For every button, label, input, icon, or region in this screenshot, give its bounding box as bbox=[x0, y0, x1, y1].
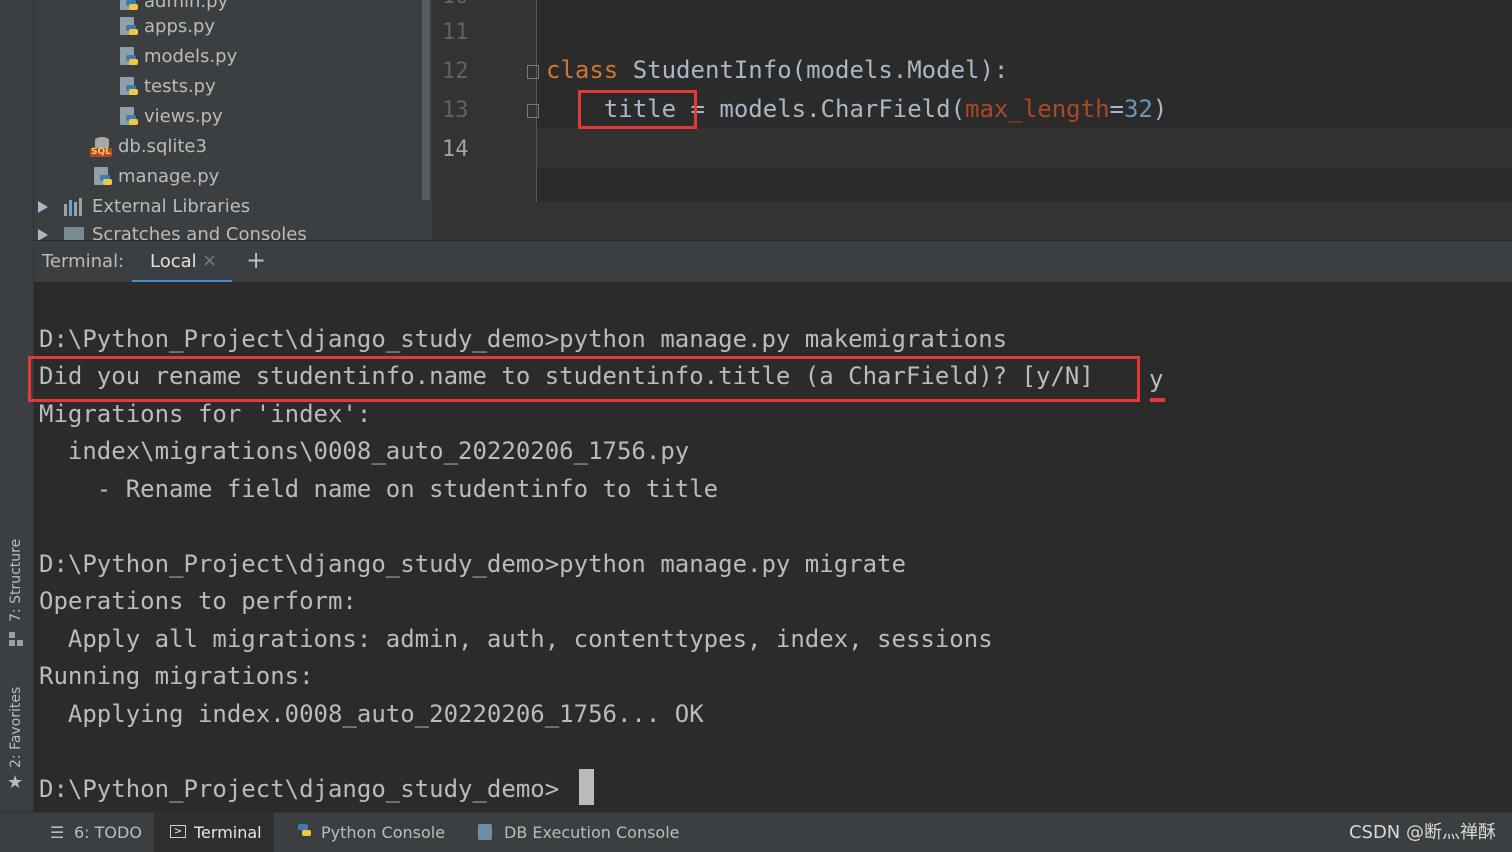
terminal-line: D:\Python_Project\django_study_demo>pyth… bbox=[39, 325, 1008, 353]
tab-python-console-label: Python Console bbox=[321, 823, 446, 842]
terminal-line: Operations to perform: bbox=[39, 587, 357, 615]
tab-db-execution-console[interactable]: DB Execution Console bbox=[470, 813, 690, 852]
close-paren: ) bbox=[1152, 95, 1168, 123]
tree-item-label: admin.py bbox=[144, 0, 229, 12]
tree-item-label: tests.py bbox=[144, 76, 216, 97]
rename-prompt-highlight-box bbox=[28, 356, 1140, 402]
scratches-icon bbox=[64, 227, 84, 240]
terminal-line: D:\Python_Project\django_study_demo>pyth… bbox=[39, 550, 906, 578]
star-icon: ★ bbox=[7, 772, 24, 793]
line-number: 11 bbox=[442, 20, 469, 45]
fold-marker-icon[interactable] bbox=[527, 104, 539, 118]
equals: = bbox=[1109, 95, 1124, 123]
tab-todo[interactable]: ☰ 6: TODO bbox=[40, 813, 152, 852]
python-file-icon bbox=[120, 17, 138, 37]
python-file-icon bbox=[120, 77, 138, 97]
tree-item-models[interactable]: models.py bbox=[120, 42, 237, 72]
python-file-icon bbox=[94, 167, 112, 187]
add-tab-icon[interactable]: + bbox=[246, 246, 266, 274]
line-number: 14 bbox=[442, 137, 469, 162]
fold-marker-icon[interactable] bbox=[527, 65, 539, 79]
structure-tool-tab[interactable]: 7: Structure bbox=[0, 530, 33, 650]
class-declaration: StudentInfo(models.Model): bbox=[618, 56, 1009, 84]
terminal-label: Terminal: bbox=[42, 251, 125, 272]
tree-item-label: apps.py bbox=[144, 16, 216, 37]
answer-underline bbox=[1150, 398, 1165, 402]
favorites-tab-label: 2: Favorites bbox=[8, 686, 24, 768]
tab-python-console[interactable]: Python Console bbox=[286, 813, 458, 852]
tree-item-label: views.py bbox=[144, 106, 223, 127]
tree-item-label: Scratches and Consoles bbox=[92, 224, 307, 240]
line-number: 13 bbox=[442, 98, 469, 123]
structure-tab-label: 7: Structure bbox=[8, 538, 24, 622]
tree-item-label: models.py bbox=[144, 46, 238, 67]
tree-item-db-sqlite3[interactable]: SQL db.sqlite3 bbox=[90, 132, 207, 162]
csdn-watermark: CSDN @断灬禅酥 bbox=[1348, 822, 1496, 843]
left-tool-strip: 7: Structure 2: Favorites ★ bbox=[0, 0, 34, 812]
project-scrollbar[interactable] bbox=[420, 0, 432, 240]
tab-todo-label: 6: TODO bbox=[74, 823, 142, 842]
tree-item-manage[interactable]: manage.py bbox=[94, 162, 219, 192]
editor-bottom-area bbox=[432, 202, 1512, 240]
tab-db-console-label: DB Execution Console bbox=[504, 823, 680, 842]
tree-item-label: manage.py bbox=[118, 166, 220, 187]
editor-gutter: 10 11 12 13 14 bbox=[432, 0, 539, 202]
terminal-output[interactable]: D:\Python_Project\django_study_demo>pyth… bbox=[28, 282, 1512, 812]
list-icon: ☰ bbox=[50, 823, 65, 842]
terminal-line: Applying index.0008_auto_20220206_1756..… bbox=[39, 700, 704, 728]
structure-icon bbox=[9, 632, 23, 646]
terminal-line: Migrations for 'index': bbox=[39, 400, 372, 428]
tree-item-tests[interactable]: tests.py bbox=[120, 72, 216, 102]
line-number: 12 bbox=[442, 59, 469, 84]
terminal-header: Terminal: Local × + bbox=[34, 240, 1512, 283]
terminal-line: Running migrations: bbox=[39, 662, 314, 690]
python-icon bbox=[296, 822, 314, 842]
code-editor[interactable]: 10 11 12 13 14 class StudentInfo(models.… bbox=[432, 0, 1512, 202]
terminal-line: Apply all migrations: admin, auth, conte… bbox=[39, 625, 993, 653]
terminal-answer: y bbox=[1149, 365, 1164, 393]
terminal-line: - Rename field name on studentinfo to ti… bbox=[39, 475, 719, 503]
tree-item-external-libraries[interactable]: External Libraries bbox=[38, 192, 250, 222]
expand-arrow-icon[interactable] bbox=[38, 229, 48, 240]
tab-terminal[interactable]: > Terminal bbox=[154, 813, 274, 852]
title-highlight-box bbox=[578, 90, 697, 129]
expand-arrow-icon[interactable] bbox=[38, 201, 48, 213]
terminal-cursor bbox=[579, 769, 594, 805]
tree-item-apps[interactable]: apps.py bbox=[120, 12, 215, 42]
bottom-tool-bar: ☰ 6: TODO > Terminal Python Console DB E… bbox=[0, 812, 1512, 852]
class-keyword: class bbox=[546, 56, 619, 84]
library-icon bbox=[64, 198, 84, 216]
close-icon[interactable]: × bbox=[202, 250, 217, 271]
python-file-icon bbox=[120, 0, 138, 12]
line-number: 10 bbox=[442, 0, 482, 9]
tree-item-scratches[interactable]: Scratches and Consoles bbox=[38, 220, 307, 240]
tree-item-views[interactable]: views.py bbox=[120, 102, 223, 132]
param-name: max_length bbox=[965, 95, 1110, 123]
tree-item-label: External Libraries bbox=[92, 196, 251, 217]
tab-local-label: Local bbox=[150, 251, 197, 272]
db-console-icon bbox=[478, 824, 492, 840]
terminal-prompt: D:\Python_Project\django_study_demo> bbox=[39, 775, 560, 803]
param-value: 32 bbox=[1123, 95, 1153, 123]
field-assign: = models.CharField( bbox=[676, 95, 966, 123]
current-line-highlight bbox=[537, 128, 1512, 168]
project-tree: admin.py apps.py models.py tests.py view… bbox=[34, 0, 420, 240]
terminal-line: index\migrations\0008_auto_20220206_1756… bbox=[39, 437, 690, 465]
python-file-icon bbox=[120, 47, 138, 67]
python-file-icon bbox=[120, 107, 138, 127]
tab-local[interactable]: Local × bbox=[132, 241, 232, 283]
tree-item-label: db.sqlite3 bbox=[118, 136, 207, 157]
code-line-12: class StudentInfo(models.Model): bbox=[546, 56, 1008, 84]
terminal-icon: > bbox=[170, 825, 186, 838]
database-file-icon: SQL bbox=[90, 137, 114, 157]
tab-terminal-label: Terminal bbox=[194, 823, 262, 842]
favorites-tool-tab[interactable]: 2: Favorites ★ bbox=[0, 676, 33, 796]
